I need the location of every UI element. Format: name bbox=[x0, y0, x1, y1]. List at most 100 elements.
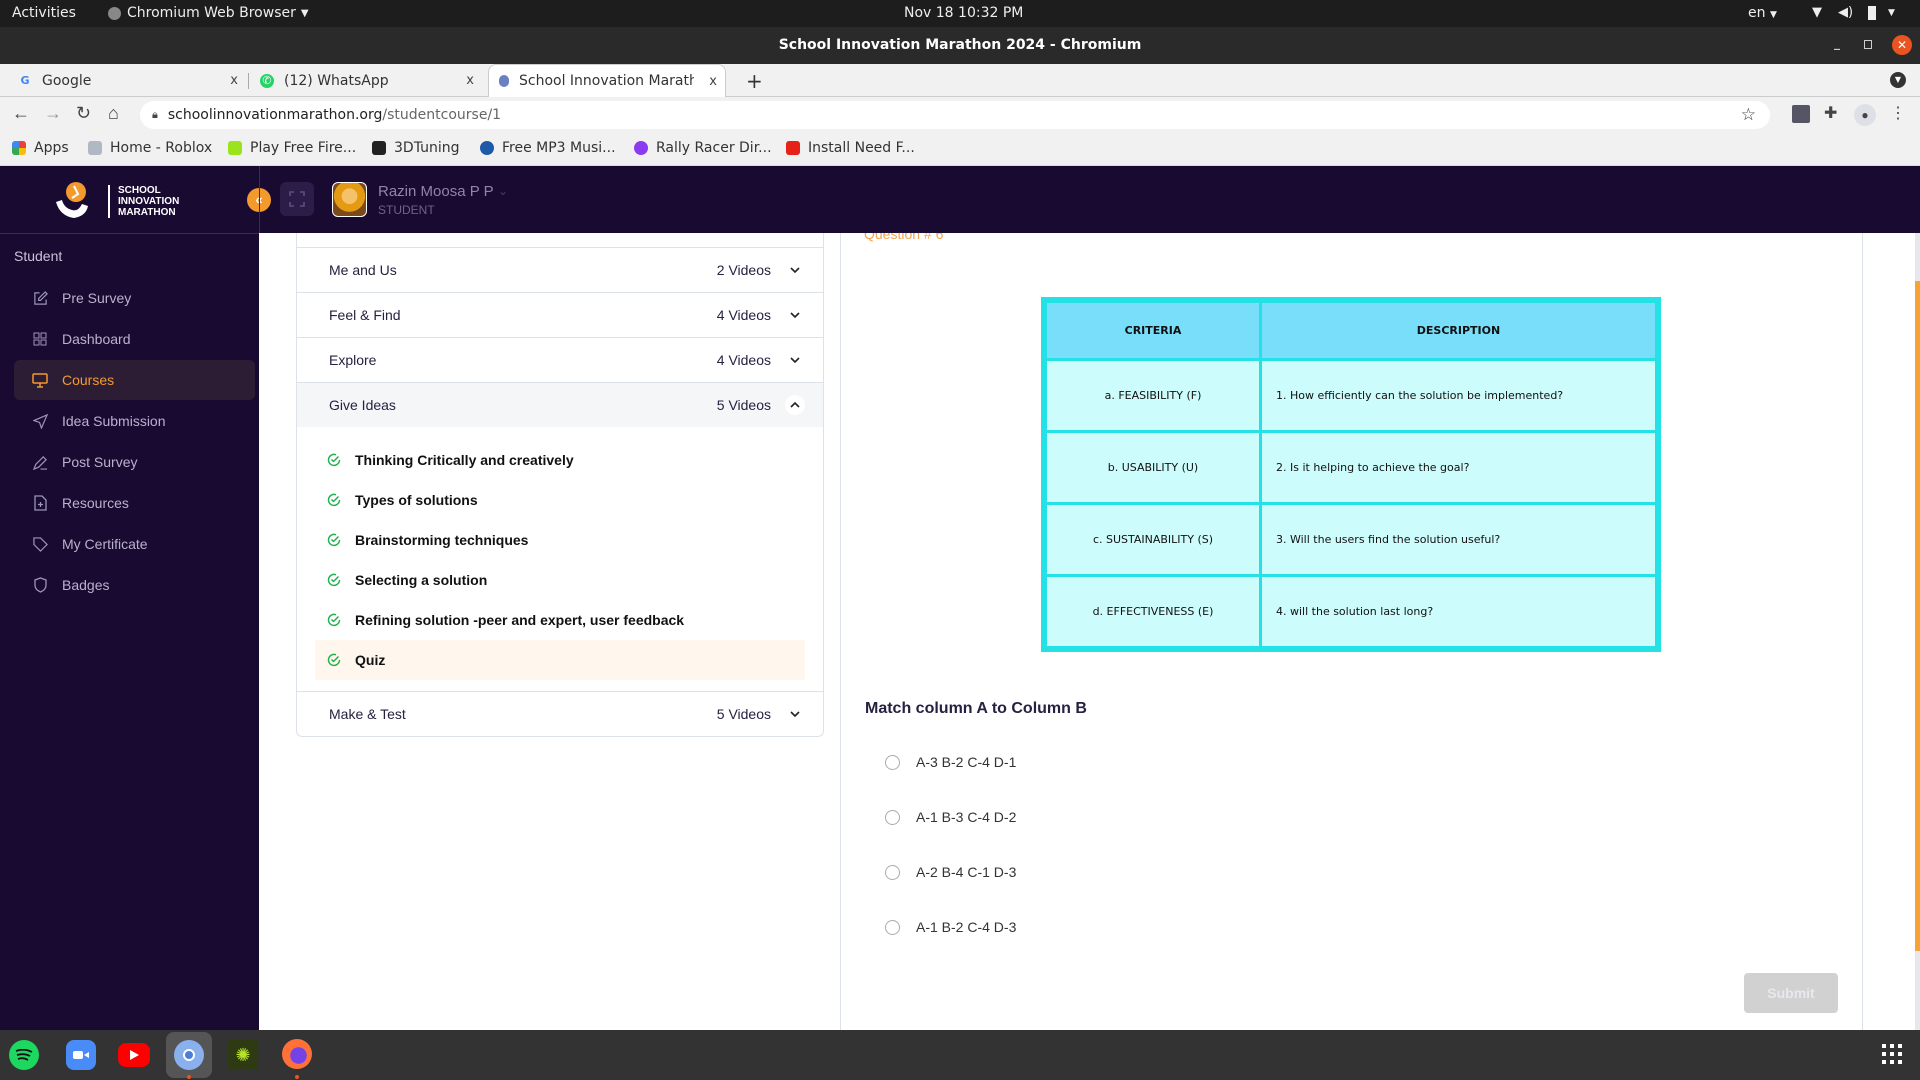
table-row: c. SUSTAINABILITY (S) 3. Will the users … bbox=[1044, 502, 1658, 577]
close-tab-icon[interactable]: x bbox=[230, 73, 238, 88]
chevron-up-icon[interactable] bbox=[785, 395, 805, 415]
tab-divider bbox=[248, 73, 249, 89]
module-me-and-us[interactable]: Me and Us 2 Videos bbox=[297, 247, 823, 292]
sidebar-item-label: Resources bbox=[62, 495, 129, 511]
sidebar-item-pre-survey[interactable]: Pre Survey bbox=[14, 278, 255, 318]
bookmark-label: 3DTuning bbox=[394, 140, 460, 156]
sidebar-item-courses[interactable]: Courses bbox=[14, 360, 255, 400]
clock[interactable]: Nov 18 10:32 PM bbox=[904, 5, 1023, 21]
address-bar[interactable]: 🔒︎ schoolinnovationmarathon.org/studentc… bbox=[140, 101, 1770, 129]
tab-search-icon[interactable]: ▼ bbox=[1890, 72, 1906, 88]
lesson-item[interactable]: Brainstorming techniques bbox=[315, 520, 805, 560]
tab-google[interactable]: G Google x bbox=[8, 64, 246, 97]
bookmark-star-icon[interactable]: ☆ bbox=[1741, 105, 1756, 125]
extension-image-icon[interactable] bbox=[1792, 105, 1810, 123]
question-text: Match column A to Column B bbox=[865, 700, 1087, 717]
sidebar-item-post-survey[interactable]: Post Survey bbox=[14, 442, 255, 482]
bookmark-label: Install Need F... bbox=[808, 140, 915, 156]
language-label: en bbox=[1748, 5, 1766, 21]
maximize-button[interactable] bbox=[1864, 40, 1872, 49]
menu-kebab-icon[interactable]: ⋮ bbox=[1890, 103, 1906, 123]
show-applications-icon[interactable] bbox=[1882, 1044, 1902, 1064]
chevron-down-icon[interactable] bbox=[785, 350, 805, 370]
fullscreen-button[interactable] bbox=[280, 182, 314, 216]
lesson-item[interactable]: Selecting a solution bbox=[315, 560, 805, 600]
home-icon[interactable]: ⌂ bbox=[108, 103, 119, 124]
game-icon[interactable]: ✺ bbox=[228, 1040, 258, 1070]
reload-icon[interactable]: ↻ bbox=[76, 103, 91, 124]
wifi-icon[interactable]: ▼ bbox=[1812, 5, 1822, 20]
google-icon: G bbox=[20, 73, 30, 87]
battery-icon[interactable] bbox=[1868, 6, 1876, 20]
answer-option[interactable]: A-2 B-4 C-1 D-3 bbox=[885, 864, 1016, 880]
module-make-and-test[interactable]: Make & Test 5 Videos bbox=[297, 691, 823, 736]
header-divider bbox=[259, 166, 260, 233]
bookmark-need-for-speed[interactable]: Install Need F... bbox=[786, 140, 915, 156]
table-header-criteria: CRITERIA bbox=[1044, 300, 1262, 361]
back-icon[interactable]: ← bbox=[12, 103, 30, 124]
zoom-icon[interactable] bbox=[66, 1040, 96, 1070]
spotify-icon[interactable] bbox=[9, 1040, 39, 1070]
lesson-title: Brainstorming techniques bbox=[355, 532, 529, 548]
radio-button[interactable] bbox=[885, 809, 900, 825]
sidebar-item-idea-submission[interactable]: Idea Submission bbox=[14, 401, 255, 441]
radio-button[interactable] bbox=[885, 754, 900, 770]
sidebar-item-my-certificate[interactable]: My Certificate bbox=[14, 524, 255, 564]
system-menu-caret-icon[interactable]: ▼ bbox=[1888, 8, 1895, 18]
lesson-item-selected[interactable]: Quiz bbox=[315, 640, 805, 680]
youtube-icon[interactable] bbox=[118, 1043, 150, 1067]
lesson-item[interactable]: Thinking Critically and creatively bbox=[315, 440, 805, 480]
bookmark-label: Rally Racer Dir... bbox=[656, 140, 772, 156]
send-icon bbox=[32, 413, 48, 429]
tag-icon bbox=[32, 536, 48, 552]
language-indicator[interactable]: en ▼ bbox=[1748, 5, 1777, 21]
close-tab-icon[interactable]: x bbox=[709, 74, 717, 89]
minimize-button[interactable]: _ bbox=[1834, 36, 1840, 50]
lesson-item[interactable]: Refining solution -peer and expert, user… bbox=[315, 600, 805, 640]
3dtuning-icon bbox=[372, 141, 386, 155]
answer-option[interactable]: A-1 B-2 C-4 D-3 bbox=[885, 919, 1016, 935]
module-give-ideas[interactable]: Give Ideas 5 Videos bbox=[297, 382, 823, 427]
chevron-down-icon[interactable] bbox=[785, 704, 805, 724]
close-window-button[interactable]: ✕ bbox=[1892, 35, 1912, 55]
activities-button[interactable]: Activities bbox=[12, 5, 76, 21]
answer-option[interactable]: A-1 B-3 C-4 D-2 bbox=[885, 809, 1016, 825]
profile-icon[interactable]: ● bbox=[1854, 104, 1876, 126]
bookmark-rally-racer[interactable]: Rally Racer Dir... bbox=[634, 140, 772, 156]
user-menu-chevron-icon[interactable]: ⌄ bbox=[498, 184, 508, 198]
user-name[interactable]: Razin Moosa P P bbox=[378, 183, 494, 200]
module-feel-and-find[interactable]: Feel & Find 4 Videos bbox=[297, 292, 823, 337]
check-circle-icon bbox=[327, 453, 341, 467]
app-menu[interactable]: Chromium Web Browser ▼ bbox=[108, 5, 309, 21]
new-tab-button[interactable]: + bbox=[736, 64, 773, 97]
avatar[interactable] bbox=[332, 182, 367, 217]
submit-button[interactable]: Submit bbox=[1744, 973, 1838, 1013]
tab-school-innovation[interactable]: School Innovation Marath x bbox=[488, 64, 726, 97]
tab-whatsapp[interactable]: ✆ (12) WhatsApp x bbox=[250, 64, 482, 97]
sidebar-item-badges[interactable]: Badges bbox=[14, 565, 255, 605]
radio-button[interactable] bbox=[885, 919, 900, 935]
close-tab-icon[interactable]: x bbox=[466, 73, 474, 88]
chromium-icon[interactable] bbox=[166, 1032, 212, 1078]
radio-button[interactable] bbox=[885, 864, 900, 880]
sidebar-item-resources[interactable]: Resources bbox=[14, 483, 255, 523]
forward-icon[interactable]: → bbox=[44, 103, 62, 124]
bookmark-apps[interactable]: Apps bbox=[12, 140, 69, 156]
extensions-puzzle-icon[interactable]: ✚ bbox=[1824, 103, 1837, 123]
lesson-item[interactable]: Types of solutions bbox=[315, 480, 805, 520]
bookmark-mp3[interactable]: Free MP3 Musi... bbox=[480, 140, 616, 156]
lesson-title: Types of solutions bbox=[355, 492, 478, 508]
firefox-icon[interactable] bbox=[282, 1039, 312, 1069]
bookmark-roblox[interactable]: Home - Roblox bbox=[88, 140, 212, 156]
bookmark-label: Apps bbox=[34, 140, 69, 156]
page-scrollbar-thumb[interactable] bbox=[1915, 281, 1920, 951]
bookmark-free-fire[interactable]: Play Free Fire... bbox=[228, 140, 356, 156]
bookmark-3dtuning[interactable]: 3DTuning bbox=[372, 140, 460, 156]
volume-icon[interactable]: ◀) bbox=[1838, 5, 1853, 20]
window-titlebar: School Innovation Marathon 2024 - Chromi… bbox=[0, 27, 1920, 64]
chevron-down-icon[interactable] bbox=[785, 305, 805, 325]
sidebar-item-dashboard[interactable]: Dashboard bbox=[14, 319, 255, 359]
module-explore[interactable]: Explore 4 Videos bbox=[297, 337, 823, 382]
chevron-down-icon[interactable] bbox=[785, 260, 805, 280]
answer-option[interactable]: A-3 B-2 C-4 D-1 bbox=[885, 754, 1016, 770]
